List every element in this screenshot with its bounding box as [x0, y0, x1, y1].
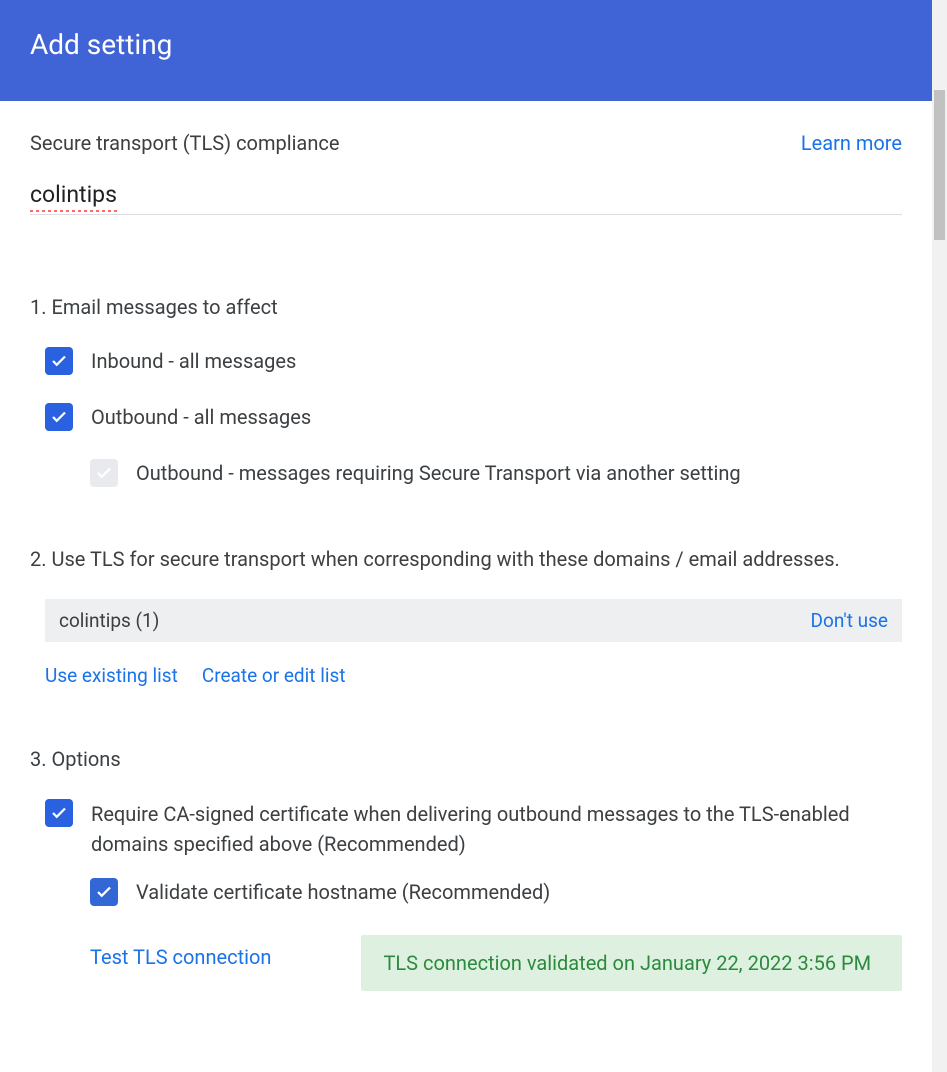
section-email-messages: 1. Email messages to affect Inbound - al… [30, 295, 902, 487]
address-list-name: colintips (1) [59, 609, 159, 632]
dialog-header: Add setting [0, 0, 947, 101]
list-actions: Use existing list Create or edit list [45, 664, 902, 687]
tls-status-box: TLS connection validated on January 22, … [361, 935, 902, 991]
dont-use-link[interactable]: Don't use [811, 609, 888, 632]
check-icon [50, 804, 68, 822]
dialog-title: Add setting [30, 28, 172, 61]
check-icon [95, 883, 113, 901]
require-ca-row: Require CA-signed certificate when deliv… [45, 799, 902, 859]
section1-heading: 1. Email messages to affect [30, 295, 902, 319]
learn-more-link[interactable]: Learn more [801, 131, 902, 155]
section-options: 3. Options Require CA-signed certificate… [30, 747, 902, 991]
outbound-checkbox[interactable] [45, 403, 73, 431]
setting-name-input[interactable] [30, 181, 902, 215]
address-list-row: colintips (1) Don't use [45, 599, 902, 642]
check-icon [50, 352, 68, 370]
subtitle-row: Secure transport (TLS) compliance Learn … [30, 131, 902, 155]
inbound-label: Inbound - all messages [91, 349, 296, 373]
dialog-content: Secure transport (TLS) compliance Learn … [0, 101, 932, 1021]
inbound-checkbox[interactable] [45, 347, 73, 375]
test-tls-row: Test TLS connection TLS connection valid… [90, 935, 902, 991]
scrollbar-track[interactable] [932, 0, 947, 1072]
outbound-checkbox-row: Outbound - all messages [45, 403, 902, 431]
section-tls-domains: 2. Use TLS for secure transport when cor… [30, 547, 902, 687]
validate-hostname-checkbox[interactable] [90, 878, 118, 906]
name-input-wrap [30, 181, 902, 215]
create-edit-list-link[interactable]: Create or edit list [202, 664, 346, 687]
subtitle-text: Secure transport (TLS) compliance [30, 131, 339, 155]
validate-hostname-row: Validate certificate hostname (Recommend… [90, 877, 902, 907]
use-existing-list-link[interactable]: Use existing list [45, 664, 178, 687]
inbound-checkbox-row: Inbound - all messages [45, 347, 902, 375]
require-ca-checkbox[interactable] [45, 799, 73, 827]
outbound-secure-checkbox-row: Outbound - messages requiring Secure Tra… [90, 459, 902, 487]
check-icon [95, 464, 113, 482]
require-ca-label: Require CA-signed certificate when deliv… [91, 799, 902, 859]
section3-heading: 3. Options [30, 747, 902, 771]
check-icon [50, 408, 68, 426]
outbound-label: Outbound - all messages [91, 405, 311, 429]
test-tls-link[interactable]: Test TLS connection [90, 935, 271, 969]
validate-hostname-label: Validate certificate hostname (Recommend… [136, 877, 550, 907]
outbound-secure-label: Outbound - messages requiring Secure Tra… [136, 461, 741, 485]
section2-heading: 2. Use TLS for secure transport when cor… [30, 547, 902, 571]
scrollbar-thumb[interactable] [934, 90, 945, 240]
outbound-secure-checkbox [90, 459, 118, 487]
